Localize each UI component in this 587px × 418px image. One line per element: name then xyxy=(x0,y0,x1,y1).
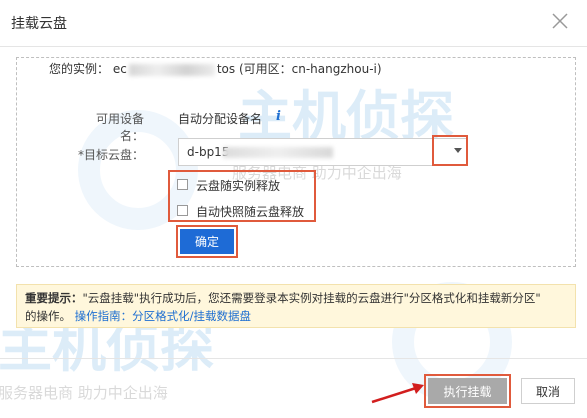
highlight-dropdown xyxy=(432,135,468,166)
notice-title: 重要提示： xyxy=(25,291,83,305)
instance-label: 您的实例： xyxy=(49,62,110,76)
device-value: 自动分配设备名 xyxy=(178,112,263,126)
instance-id-end: tos xyxy=(216,62,236,76)
notice-text-2: 的操作。 xyxy=(25,309,71,323)
device-label: 可用设备名： xyxy=(95,112,144,143)
release-with-instance-label[interactable]: 云盘随实例释放 xyxy=(196,177,280,194)
arrow-icon xyxy=(370,376,426,409)
execute-mount-button[interactable]: 执行挂载 xyxy=(428,378,507,404)
disk-id-redacted xyxy=(223,147,333,158)
snapshot-release-checkbox[interactable] xyxy=(177,205,188,216)
instance-info: 您的实例： ec tos (可用区：cn-hangzhou-i) xyxy=(45,60,386,77)
dialog-header xyxy=(0,0,587,47)
dialog-title: 挂载云盘 xyxy=(11,16,67,32)
notice-line-2: 的操作。 操作指南：分区格式化/挂载数据盘 xyxy=(25,308,251,324)
disk-label: *目标云盘： xyxy=(77,148,144,162)
notice-text-1: "云盘挂载"执行成功后，您还需要登录本实例对挂载的云盘进行"分区格式化和挂载新分… xyxy=(82,291,541,305)
confirm-button[interactable]: 确定 xyxy=(180,229,234,254)
guide-link[interactable]: 操作指南：分区格式化/挂载数据盘 xyxy=(75,309,251,323)
notice-line-1: 重要提示："云盘挂载"执行成功后，您还需要登录本实例对挂载的云盘进行"分区格式化… xyxy=(25,290,541,306)
cancel-button[interactable]: 取消 xyxy=(521,378,575,404)
snapshot-release-label[interactable]: 自动快照随云盘释放 xyxy=(196,203,304,220)
info-icon[interactable]: i xyxy=(276,109,281,124)
instance-zone: (可用区：cn-hangzhou-i) xyxy=(238,62,382,76)
disk-select[interactable]: d-bp15 xyxy=(178,138,468,166)
release-with-instance-checkbox[interactable] xyxy=(177,179,188,190)
instance-id-redacted xyxy=(128,63,215,76)
chevron-down-icon[interactable] xyxy=(454,148,462,153)
instance-id-start: ec xyxy=(112,62,127,76)
close-icon[interactable] xyxy=(549,10,571,32)
